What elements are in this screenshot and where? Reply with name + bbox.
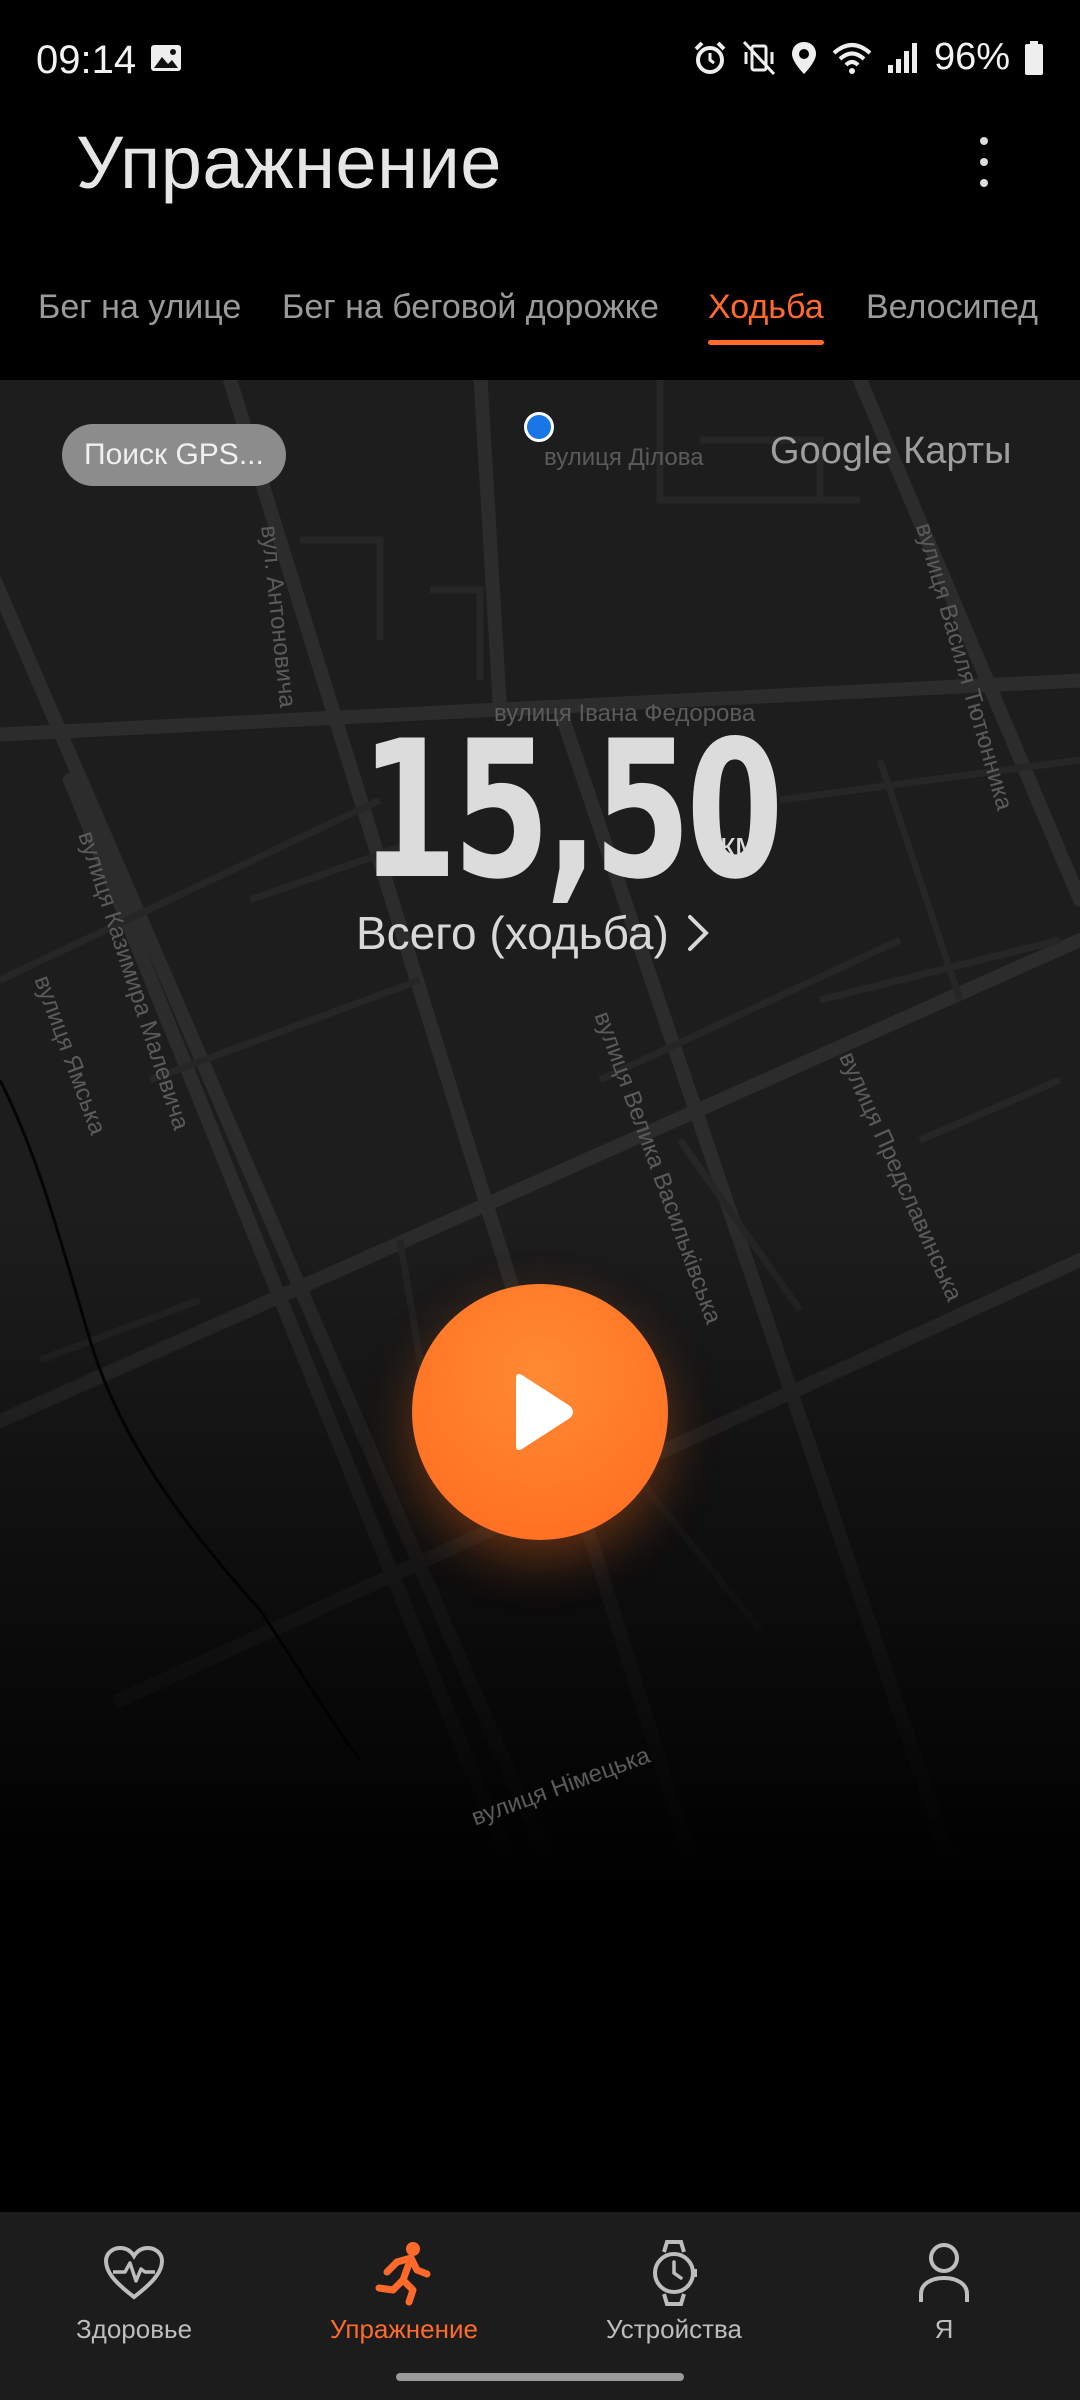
page-title: Упражнение [76,121,502,204]
start-workout-button[interactable] [412,1284,668,1540]
total-distance-value: 15,50 [360,700,784,921]
tab-cycling[interactable]: Велосипед [866,288,1038,327]
running-icon [375,2242,431,2306]
nav-health-label: Здоровье [75,2314,193,2344]
battery-percent: 96% [933,36,1010,78]
watch-icon [653,2240,697,2306]
current-location-dot [524,412,554,442]
nav-exercise-label: Упражнение [330,2314,478,2344]
status-bar: 09:14 96% [0,0,1080,120]
nav-devices[interactable]: Устройства [574,2238,774,2345]
nav-devices-label: Устройства [605,2314,743,2344]
image-icon [151,45,181,71]
location-icon [791,41,816,74]
person-icon [919,2243,969,2302]
status-icons: 96% [692,36,1044,79]
signal-icon [887,42,917,73]
nav-exercise[interactable]: Упражнение [304,2238,504,2345]
total-walking-link[interactable]: Всего (ходьба) [356,906,709,960]
active-tab-indicator [708,340,824,345]
tab-outdoor-run[interactable]: Бег на улице [38,288,241,327]
more-vert-icon [980,137,988,145]
map-view[interactable]: вулиця Ділова вул. Антоновича вулиця Іва… [0,380,1080,1890]
tab-treadmill-run[interactable]: Бег на беговой дорожке [282,288,659,327]
alarm-icon [694,41,726,74]
map-roads [0,380,1080,1890]
distance-unit: км [720,826,759,864]
chevron-right-icon [687,915,709,951]
nav-health[interactable]: Здоровье [34,2238,234,2345]
status-time: 09:14 [36,38,137,82]
tab-walking[interactable]: Ходьба [708,288,824,327]
wifi-icon [832,42,872,74]
map-provider-label: Google Карты [770,430,1012,472]
exercise-tabs: Бег на улице Бег на беговой дорожке Ходь… [0,270,1080,380]
gps-status-badge: Поиск GPS... [62,424,286,486]
vibrate-mute-icon [742,40,776,75]
nav-me[interactable]: Я [844,2238,1044,2345]
bottom-navigation: Здоровье Упражнение Устройства Я [0,2212,1080,2400]
total-walking-label: Всего (ходьба) [356,907,669,959]
home-indicator[interactable] [396,2373,684,2381]
battery-icon [1025,40,1043,75]
more-options-button[interactable] [960,120,1008,204]
street-label: вулиця Ділова [544,444,704,471]
heart-pulse-icon [103,2245,165,2300]
play-icon [516,1374,573,1450]
nav-me-label: Я [934,2314,954,2344]
